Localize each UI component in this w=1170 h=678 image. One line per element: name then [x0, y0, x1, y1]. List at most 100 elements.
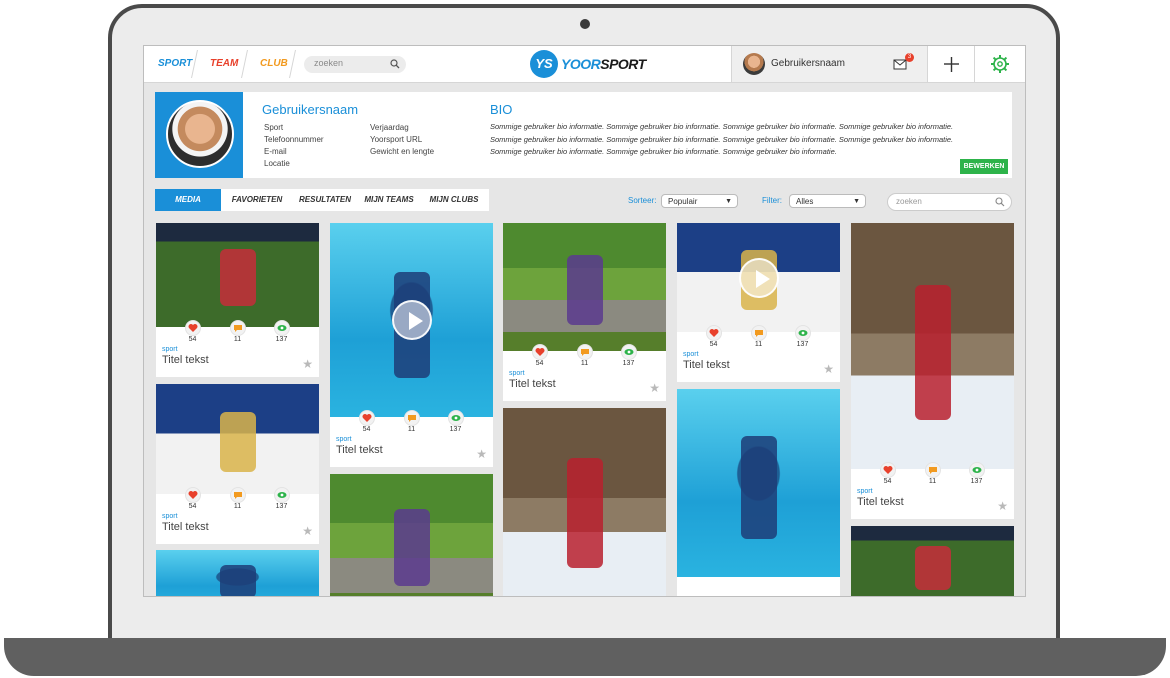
media-card[interactable]: 54 11 137 sport Titel tekst ★	[503, 223, 666, 401]
like-icon	[705, 325, 722, 341]
card-category[interactable]: sport	[162, 513, 178, 520]
stat[interactable]: 137	[606, 344, 651, 367]
media-thumbnail[interactable]	[677, 223, 840, 332]
media-thumbnail[interactable]	[851, 223, 1014, 469]
top-search-placeholder: zoeken	[314, 58, 344, 68]
nav-tab-team[interactable]: TEAM	[210, 46, 238, 82]
like-icon	[184, 487, 201, 503]
star-icon[interactable]: ★	[302, 524, 313, 538]
media-thumbnail[interactable]	[156, 384, 319, 494]
star-icon[interactable]: ★	[476, 447, 487, 461]
media-thumbnail[interactable]	[330, 223, 493, 417]
card-title[interactable]: Titel tekst	[162, 354, 209, 366]
stat[interactable]: 137	[954, 462, 999, 485]
filter-search-input[interactable]: zoeken	[887, 193, 1012, 211]
media-thumbnail[interactable]	[677, 389, 840, 577]
card-title[interactable]: Titel tekst	[509, 378, 556, 390]
stat[interactable]: 54	[517, 344, 562, 367]
play-icon[interactable]	[738, 257, 779, 298]
star-icon[interactable]: ★	[649, 381, 660, 395]
stat[interactable]: 137	[259, 487, 304, 510]
filter-search-placeholder: zoeken	[896, 197, 922, 206]
media-card[interactable]	[156, 550, 319, 596]
media-card[interactable]: 54 11 137 sport Titel tekst ★	[156, 223, 319, 377]
star-icon[interactable]: ★	[823, 362, 834, 376]
media-card[interactable]: 54 11 137 sport Titel tekst ★	[851, 223, 1014, 519]
sort-select[interactable]: Populair ▼	[661, 194, 738, 208]
tab-mijn-teams[interactable]: MIJN TEAMS	[359, 189, 419, 211]
stat[interactable]: 11	[910, 462, 955, 485]
media-card[interactable]	[503, 408, 666, 596]
tab-resultaten[interactable]: RESULTATEN	[295, 189, 355, 211]
stat[interactable]: 137	[259, 320, 304, 343]
top-search-input[interactable]: zoeken	[304, 56, 406, 73]
edit-profile-button[interactable]: BEWERKEN	[960, 159, 1008, 174]
stat[interactable]: 54	[865, 462, 910, 485]
view-icon	[273, 487, 290, 503]
card-category[interactable]: sport	[857, 488, 873, 495]
profile-avatar-panel	[155, 92, 243, 178]
media-thumbnail[interactable]	[503, 408, 666, 596]
profile-field-location: Locatie	[264, 159, 290, 168]
stat[interactable]: 11	[562, 344, 607, 367]
view-icon	[273, 320, 290, 336]
mail-count-badge: 3	[905, 53, 914, 62]
star-icon[interactable]: ★	[302, 357, 313, 371]
card-title[interactable]: Titel tekst	[683, 359, 730, 371]
tab-mijn-clubs[interactable]: MIJN CLUBS	[423, 189, 485, 211]
like-icon	[879, 462, 896, 478]
stat[interactable]: 54	[170, 320, 215, 343]
gear-icon	[991, 55, 1009, 73]
view-icon	[968, 462, 985, 478]
photo-subject	[914, 284, 951, 420]
media-thumbnail[interactable]	[851, 526, 1014, 596]
card-category[interactable]: sport	[683, 351, 699, 358]
stat[interactable]: 54	[344, 410, 389, 433]
profile-field-sport: Sport	[264, 123, 284, 132]
media-card[interactable]: 54 11 137 sport Titel tekst ★	[330, 223, 493, 467]
nav-tab-club[interactable]: CLUB	[260, 46, 288, 82]
stats-row: 54 11 137	[677, 325, 840, 349]
media-thumbnail[interactable]	[503, 223, 666, 351]
user-menu[interactable]: Gebruikersnaam 3	[731, 46, 928, 82]
stat[interactable]: 54	[691, 325, 736, 348]
media-card[interactable]	[677, 389, 840, 596]
search-icon	[995, 197, 1005, 207]
media-card[interactable]: 54 11 137 sport Titel tekst ★	[156, 384, 319, 544]
card-title[interactable]: Titel tekst	[336, 444, 383, 456]
card-category[interactable]: sport	[509, 370, 525, 377]
filter-select[interactable]: Alles ▼	[789, 194, 866, 208]
photo-subject	[566, 255, 603, 326]
stat[interactable]: 137	[780, 325, 825, 348]
card-title[interactable]: Titel tekst	[857, 496, 904, 508]
stat[interactable]: 137	[433, 410, 478, 433]
user-name: Gebruikersnaam	[771, 58, 845, 69]
stat[interactable]: 54	[170, 487, 215, 510]
stat[interactable]: 11	[215, 320, 260, 343]
card-category[interactable]: sport	[336, 436, 352, 443]
stat[interactable]: 11	[215, 487, 260, 510]
card-title[interactable]: Titel tekst	[162, 521, 209, 533]
media-thumbnail[interactable]	[156, 550, 319, 596]
play-icon[interactable]	[391, 300, 432, 340]
media-card[interactable]: 54 11 137 sport Titel tekst ★	[677, 223, 840, 382]
card-category[interactable]: sport	[162, 346, 178, 353]
star-icon[interactable]: ★	[997, 499, 1008, 513]
media-card[interactable]	[330, 474, 493, 596]
tab-favorieten[interactable]: FAVORIETEN	[227, 189, 287, 211]
media-card[interactable]	[851, 526, 1014, 596]
nav-tab-sport[interactable]: SPORT	[158, 46, 192, 82]
nav-separator	[289, 50, 296, 78]
stat[interactable]: 11	[389, 410, 434, 433]
settings-button[interactable]	[974, 46, 1025, 82]
comment-count: 11	[233, 503, 242, 510]
media-thumbnail[interactable]	[330, 474, 493, 596]
add-button[interactable]	[927, 46, 975, 82]
media-thumbnail[interactable]	[156, 223, 319, 327]
view-icon	[794, 325, 811, 341]
comment-icon	[403, 410, 420, 426]
tab-media[interactable]: MEDIA	[155, 189, 221, 211]
comment-icon	[229, 487, 246, 503]
search-icon	[390, 59, 400, 69]
stat[interactable]: 11	[736, 325, 781, 348]
